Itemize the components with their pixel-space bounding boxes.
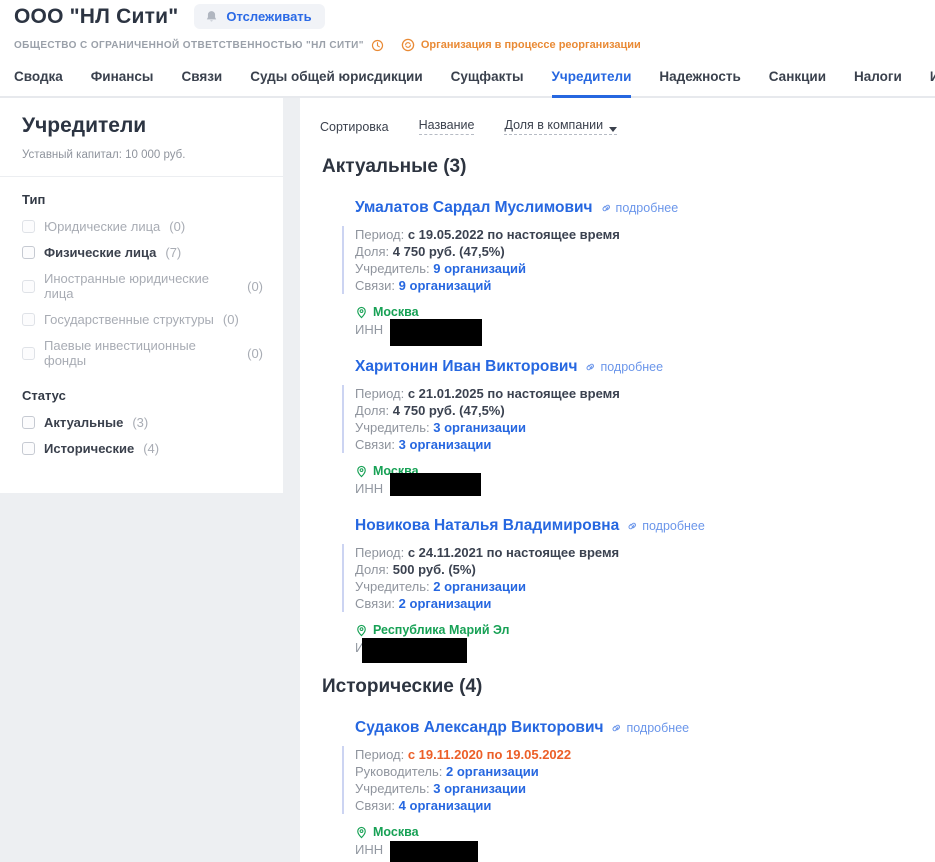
founder-orgs-link[interactable]: 9 организаций [433,261,526,276]
location-text: Москва [373,825,419,839]
connections-link[interactable]: 3 организации [399,437,492,452]
checkbox-icon[interactable] [22,246,35,259]
type-filter-label: Тип [22,192,263,207]
details-link[interactable]: подробнее [601,201,679,215]
link-icon [627,520,639,532]
tab-finansy[interactable]: Финансы [91,59,154,96]
checkbox-icon[interactable] [22,347,35,360]
location-pin-icon [355,624,368,637]
link-icon [611,722,623,734]
link-icon [585,361,597,373]
founder-name-link[interactable]: Умалатов Сардал Муслимович [355,199,593,217]
reorganization-notice: Организация в процессе реорганизации [421,39,641,51]
tab-sankcii[interactable]: Санкции [769,59,826,96]
location-pin-icon [355,826,368,839]
filter-individuals[interactable]: Физические лица (7) [22,245,263,260]
founders-panel: Сортировка Название Доля в компании Акту… [300,98,935,862]
redacted-inn [362,638,467,663]
founder-orgs-link[interactable]: 3 организации [433,781,526,796]
checkbox-icon[interactable] [22,220,35,233]
company-full-name: ОБЩЕСТВО С ОГРАНИЧЕННОЙ ОТВЕТСТВЕННОСТЬЮ… [14,40,364,51]
tab-svyazi[interactable]: Связи [181,59,222,96]
charter-capital: Уставный капитал: 10 000 руб. [22,149,263,161]
founder-name-link[interactable]: Новикова Наталья Владимировна [355,517,619,535]
checkbox-icon[interactable] [22,442,35,455]
location-pin-icon [355,306,368,319]
details-link[interactable]: подробнее [585,360,663,374]
tab-nalogi[interactable]: Налоги [854,59,902,96]
tab-istoriya[interactable]: История [930,59,935,96]
founder-name-link[interactable]: Судаков Александр Викторович [355,719,603,737]
founder-card: Новикова Наталья Владимировна подробнее … [342,517,935,655]
tab-svodka[interactable]: Сводка [14,59,63,96]
connections-link[interactable]: 4 организации [399,798,492,813]
track-button[interactable]: Отслеживать [194,4,324,29]
inn-row: ИН [342,640,935,655]
filter-investment-funds[interactable]: Паевые инвестиционные фонды (0) [22,338,263,368]
filter-state-structures[interactable]: Государственные структуры (0) [22,312,263,327]
sidebar-title: Учредители [22,114,263,138]
status-filter-label: Статус [22,388,263,403]
share-value: 4 750 руб. (47,5%) [393,244,505,259]
manager-orgs-link[interactable]: 2 организации [446,764,539,779]
reorganization-icon [401,38,415,52]
share-value: 4 750 руб. (47,5%) [393,403,505,418]
redacted-inn [390,473,481,496]
founder-card: Судаков Александр Викторович подробнее П… [342,719,935,857]
link-icon [601,202,613,214]
founder-card: Умалатов Сардал Муслимович подробнее Пер… [342,199,935,337]
section-title-historical: Исторические (4) [322,676,935,698]
sort-row: Сортировка Название Доля в компании [320,118,935,135]
track-button-label: Отслеживать [226,9,311,24]
sort-by-name[interactable]: Название [419,118,475,135]
founder-name-link[interactable]: Харитонин Иван Викторович [355,358,577,376]
location-pin-icon [355,465,368,478]
tab-sushchfakty[interactable]: Сущфакты [451,59,524,96]
period-value: с 21.01.2025 по настоящее время [408,386,620,401]
bell-icon [204,9,219,24]
tab-sudy[interactable]: Суды общей юрисдикции [250,59,422,96]
tab-uchrediteli[interactable]: Учредители [552,59,632,98]
redacted-inn [390,319,482,346]
checkbox-icon[interactable] [22,416,35,429]
connections-link[interactable]: 2 организации [399,596,492,611]
founder-orgs-link[interactable]: 3 организации [433,420,526,435]
share-value: 500 руб. (5%) [393,562,476,577]
connections-link[interactable]: 9 организаций [399,278,492,293]
period-value: с 24.11.2021 по настоящее время [408,545,619,560]
tab-nadezhnost[interactable]: Надежность [659,59,740,96]
inn-row: ИНН [342,322,935,337]
section-title-actual: Актуальные (3) [322,156,935,178]
redacted-inn [390,841,478,862]
details-link[interactable]: подробнее [627,519,705,533]
clock-icon [371,39,384,52]
filter-actual[interactable]: Актуальные (3) [22,415,263,430]
sort-label: Сортировка [320,120,389,134]
location-text: Республика Марий Эл [373,623,510,637]
period-value: с 19.05.2022 по настоящее время [408,227,620,242]
tab-bar: Сводка Финансы Связи Суды общей юрисдикц… [0,59,935,98]
sort-by-share[interactable]: Доля в компании [504,118,617,135]
sidebar-divider [0,176,283,177]
filter-foreign-entities[interactable]: Иностранные юридические лица (0) [22,271,263,301]
inn-row: ИНН [342,842,935,857]
checkbox-icon[interactable] [22,280,35,293]
period-value: с 19.11.2020 по 19.05.2022 [408,747,571,762]
company-title: ООО "НЛ Сити" [14,5,178,29]
inn-row: ИНН [342,481,935,496]
founder-card: Харитонин Иван Викторович подробнее Пери… [342,358,935,496]
page-content: Учредители Уставный капитал: 10 000 руб.… [0,98,935,862]
checkbox-icon[interactable] [22,313,35,326]
filter-legal-entities[interactable]: Юридические лица (0) [22,219,263,234]
filters-sidebar: Учредители Уставный капитал: 10 000 руб.… [0,98,283,493]
location-text: Москва [373,305,419,319]
details-link[interactable]: подробнее [611,721,689,735]
page-header: ООО "НЛ Сити" Отслеживать ОБЩЕСТВО С ОГР… [0,0,935,52]
filter-historical[interactable]: Исторические (4) [22,441,263,456]
chevron-down-icon [609,127,617,132]
founder-orgs-link[interactable]: 2 организации [433,579,526,594]
